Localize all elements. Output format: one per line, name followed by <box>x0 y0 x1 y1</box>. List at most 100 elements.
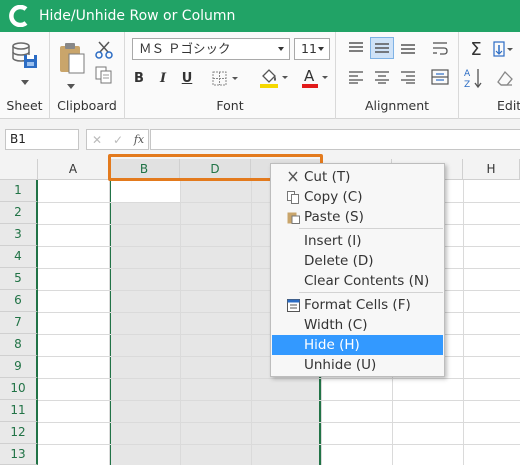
menu-item-label: Copy (C) <box>304 189 363 205</box>
align-bottom-icon[interactable] <box>396 37 420 59</box>
ribbon: Sheet Clipboard ＭＳ Ｐゴシック 11 B I U A Font… <box>0 32 520 119</box>
chevron-down-icon <box>318 47 324 51</box>
paste-icon[interactable] <box>58 42 86 80</box>
menu-item-width[interactable]: Width (C) <box>272 315 443 335</box>
formula-input[interactable] <box>150 129 520 150</box>
copy-icon <box>286 190 300 204</box>
title-bar: Hide/Unhide Row or Column <box>0 0 520 32</box>
gridline <box>38 378 520 379</box>
sheet-icon[interactable] <box>10 40 40 74</box>
group-label-alignment: Alignment <box>364 98 430 113</box>
row-header[interactable]: 10 <box>0 378 38 400</box>
ribbon-group-editing: Σ A Z Edit <box>459 32 520 119</box>
clear-icon[interactable] <box>493 66 517 90</box>
menu-item-paste[interactable]: Paste (S) <box>272 207 443 227</box>
row-header[interactable]: 9 <box>0 356 38 378</box>
group-label-clipboard: Clipboard <box>57 98 117 113</box>
column-header-h[interactable]: H <box>463 159 520 180</box>
menu-separator <box>299 228 443 229</box>
align-right-icon[interactable] <box>396 66 420 88</box>
italic-button[interactable]: I <box>152 68 174 90</box>
gridline <box>38 400 520 401</box>
gridline <box>180 180 181 465</box>
row-header[interactable]: 8 <box>0 334 38 356</box>
sheet-dropdown-icon[interactable] <box>20 78 30 86</box>
borders-icon[interactable] <box>211 70 241 88</box>
chevron-down-icon <box>278 47 284 51</box>
font-name-select[interactable]: ＭＳ Ｐゴシック <box>132 38 290 60</box>
row-header[interactable]: 13 <box>0 444 38 465</box>
align-left-icon[interactable] <box>344 66 368 88</box>
font-size-select[interactable]: 11 <box>294 38 330 60</box>
cancel-icon[interactable]: ✕ <box>87 130 107 149</box>
align-center-icon[interactable] <box>370 66 394 88</box>
window-title: Hide/Unhide Row or Column <box>39 8 236 24</box>
font-color-icon[interactable]: A <box>300 66 332 90</box>
gridline <box>463 180 464 465</box>
gridline <box>251 180 252 465</box>
select-all-corner[interactable] <box>0 159 38 180</box>
menu-item-copy[interactable]: Copy (C) <box>272 187 443 207</box>
row-header[interactable]: 5 <box>0 268 38 290</box>
svg-text:A: A <box>464 69 471 79</box>
sort-icon[interactable]: A Z <box>463 66 485 90</box>
row-header[interactable]: 12 <box>0 422 38 444</box>
row-header[interactable]: 11 <box>0 400 38 422</box>
name-box[interactable]: B1 <box>5 129 79 150</box>
menu-item-insert[interactable]: Insert (I) <box>272 231 443 251</box>
autosum-icon[interactable]: Σ <box>465 38 487 60</box>
row-header[interactable]: 6 <box>0 290 38 312</box>
formula-buttons: ✕ ✓ fx <box>86 129 149 150</box>
menu-item-label: Hide (H) <box>304 337 360 353</box>
menu-separator <box>299 292 443 293</box>
menu-item-hide[interactable]: Hide (H) <box>272 335 443 355</box>
menu-item-label: Delete (D) <box>304 253 374 269</box>
active-cell[interactable] <box>111 180 180 202</box>
column-header-a[interactable]: A <box>38 159 109 180</box>
row-header[interactable]: 1 <box>0 180 38 202</box>
bold-button[interactable]: B <box>128 68 150 90</box>
underline-button[interactable]: U <box>176 68 198 90</box>
svg-text:Z: Z <box>464 80 470 89</box>
font-size-value: 11 <box>301 41 317 56</box>
menu-item-label: Unhide (U) <box>304 357 377 373</box>
scissors-icon <box>286 170 300 184</box>
fill-icon[interactable] <box>491 40 515 60</box>
ribbon-group-alignment: Alignment <box>336 32 459 119</box>
fill-color-icon[interactable] <box>258 66 290 90</box>
group-label-editing: Edit <box>497 98 520 113</box>
gridline <box>109 180 110 465</box>
row-header[interactable]: 2 <box>0 202 38 224</box>
cut-icon[interactable] <box>94 40 114 60</box>
merge-cells-icon[interactable] <box>428 66 452 88</box>
ribbon-group-clipboard: Clipboard <box>50 32 125 119</box>
paste-icon <box>286 210 300 224</box>
menu-item-format-cells[interactable]: Format Cells (F) <box>272 295 443 315</box>
menu-item-label: Cut (T) <box>304 169 351 185</box>
menu-item-unhide[interactable]: Unhide (U) <box>272 355 443 375</box>
row-header[interactable]: 7 <box>0 312 38 334</box>
menu-item-cut[interactable]: Cut (T) <box>272 167 443 187</box>
ribbon-group-sheet: Sheet <box>0 32 50 119</box>
font-name-value: ＭＳ Ｐゴシック <box>139 41 231 56</box>
paste-dropdown-icon[interactable] <box>66 82 76 90</box>
insert-function-icon[interactable]: fx <box>129 130 149 149</box>
copy-icon[interactable] <box>94 65 114 85</box>
font-color-label: A <box>304 67 315 85</box>
row-header[interactable]: 3 <box>0 224 38 246</box>
formula-bar: B1 ✕ ✓ fx <box>0 119 520 159</box>
align-middle-icon[interactable] <box>370 37 394 59</box>
menu-item-label: Insert (I) <box>304 233 362 249</box>
wrap-text-icon[interactable] <box>428 37 452 59</box>
menu-item-label: Width (C) <box>304 317 368 333</box>
format-cells-icon <box>286 298 300 312</box>
menu-item-delete[interactable]: Delete (D) <box>272 251 443 271</box>
group-label-font: Font <box>216 98 244 113</box>
group-label-sheet: Sheet <box>6 98 43 113</box>
align-top-icon[interactable] <box>344 37 368 59</box>
row-header[interactable]: 4 <box>0 246 38 268</box>
menu-item-clear-contents[interactable]: Clear Contents (N) <box>272 271 443 291</box>
enter-icon[interactable]: ✓ <box>108 130 128 149</box>
ribbon-group-font: ＭＳ Ｐゴシック 11 B I U A Font <box>125 32 336 119</box>
gridline <box>38 422 520 423</box>
